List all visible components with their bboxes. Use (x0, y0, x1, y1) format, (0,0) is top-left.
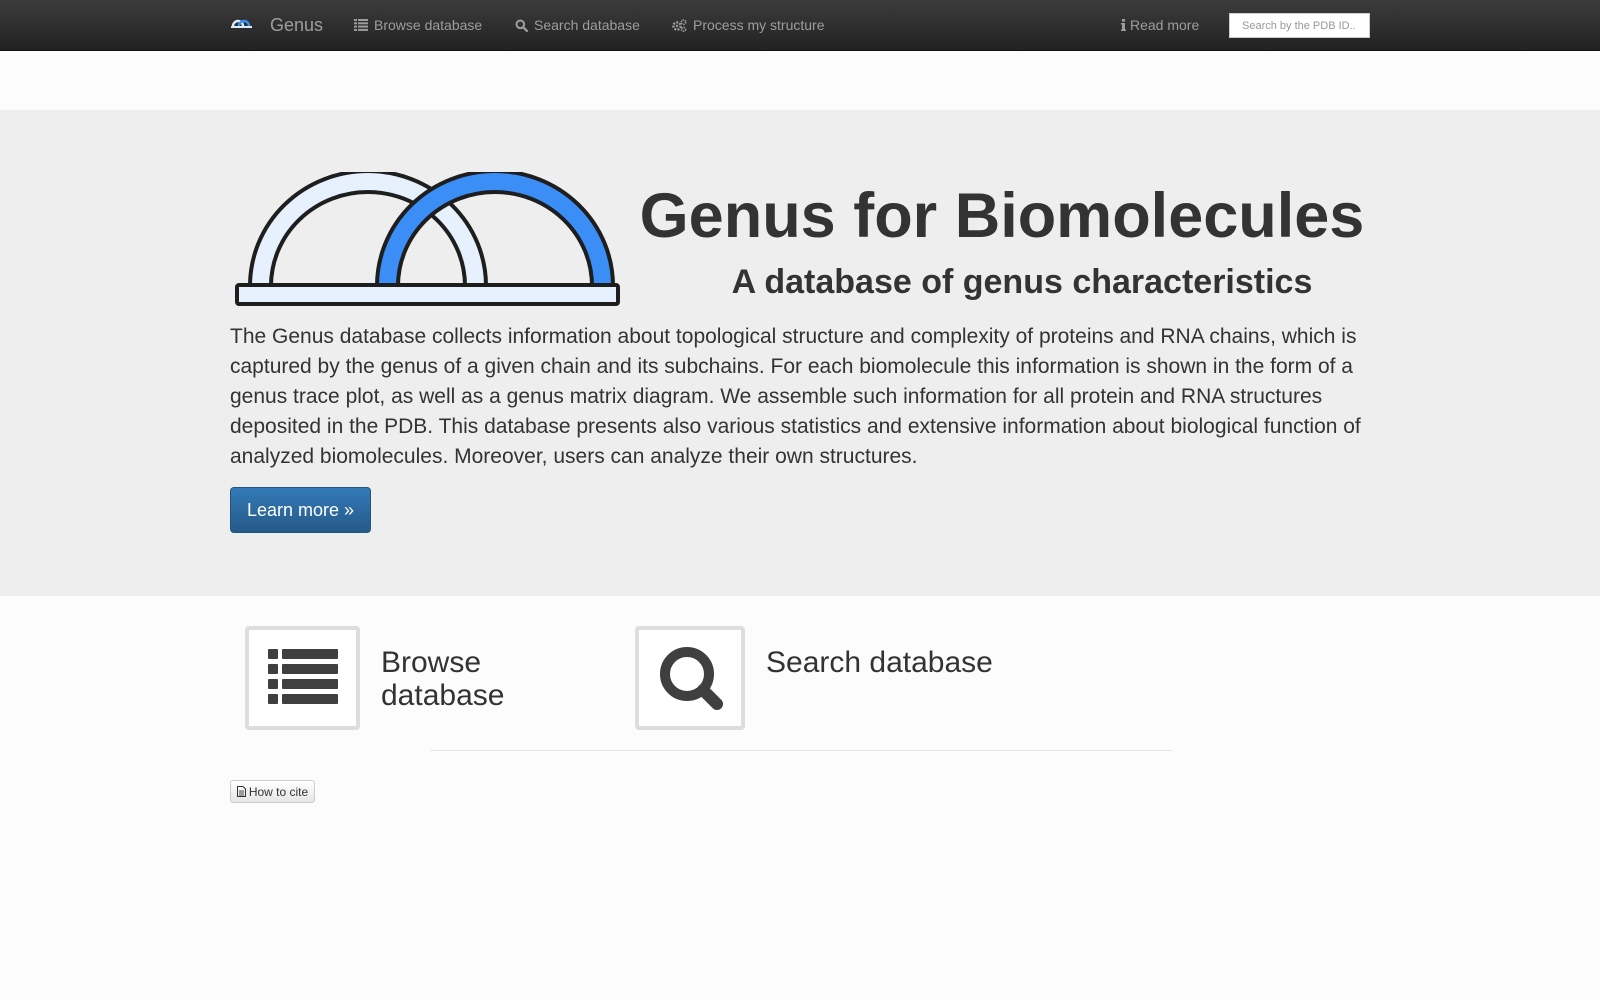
genus-arcs-logo-icon (235, 172, 620, 306)
nav-browse-label: Browse database (374, 17, 483, 33)
list-icon (354, 19, 368, 31)
file-text-icon (236, 786, 246, 797)
brand-name: Genus (270, 14, 324, 35)
brand-link[interactable]: Genus (230, 0, 323, 50)
page-subtitle: A database of genus characteristics (731, 263, 1313, 301)
hero-description: The Genus database collects information … (230, 325, 1361, 468)
nav-read-more-label: Read more (1130, 17, 1200, 33)
nav-read-more[interactable]: Read more (1121, 0, 1199, 50)
how-to-cite-button[interactable]: How to cite (230, 780, 315, 803)
pdb-search-input[interactable] (1229, 13, 1370, 38)
section-divider (430, 750, 1172, 751)
search-icon (515, 19, 528, 32)
learn-more-button[interactable]: Learn more » (230, 487, 371, 533)
search-icon (660, 647, 723, 710)
list-icon (268, 649, 338, 704)
nav-search-label: Search database (534, 17, 640, 33)
nav-process-label: Process my structure (693, 17, 825, 33)
genus-logo-icon (231, 19, 252, 28)
page-title: Genus for Biomolecules (639, 181, 1365, 251)
browse-database-link[interactable]: Browse database (381, 646, 541, 712)
hero-jumbotron: Genus for Biomolecules A database of gen… (0, 110, 1600, 596)
browse-database-tile[interactable] (245, 626, 360, 730)
top-navbar: Genus Browse database Search database Pr… (0, 0, 1600, 51)
nav-search-database[interactable]: Search database (515, 0, 640, 50)
cogs-icon (672, 18, 687, 32)
search-database-link[interactable]: Search database (766, 646, 1026, 679)
search-database-tile[interactable] (635, 626, 745, 730)
info-icon (1121, 19, 1126, 31)
navbar-container: Genus Browse database Search database Pr… (230, 0, 1370, 50)
nav-browse-database[interactable]: Browse database (354, 0, 482, 50)
nav-process-structure[interactable]: Process my structure (672, 0, 824, 50)
how-to-cite-label: How to cite (248, 784, 309, 799)
